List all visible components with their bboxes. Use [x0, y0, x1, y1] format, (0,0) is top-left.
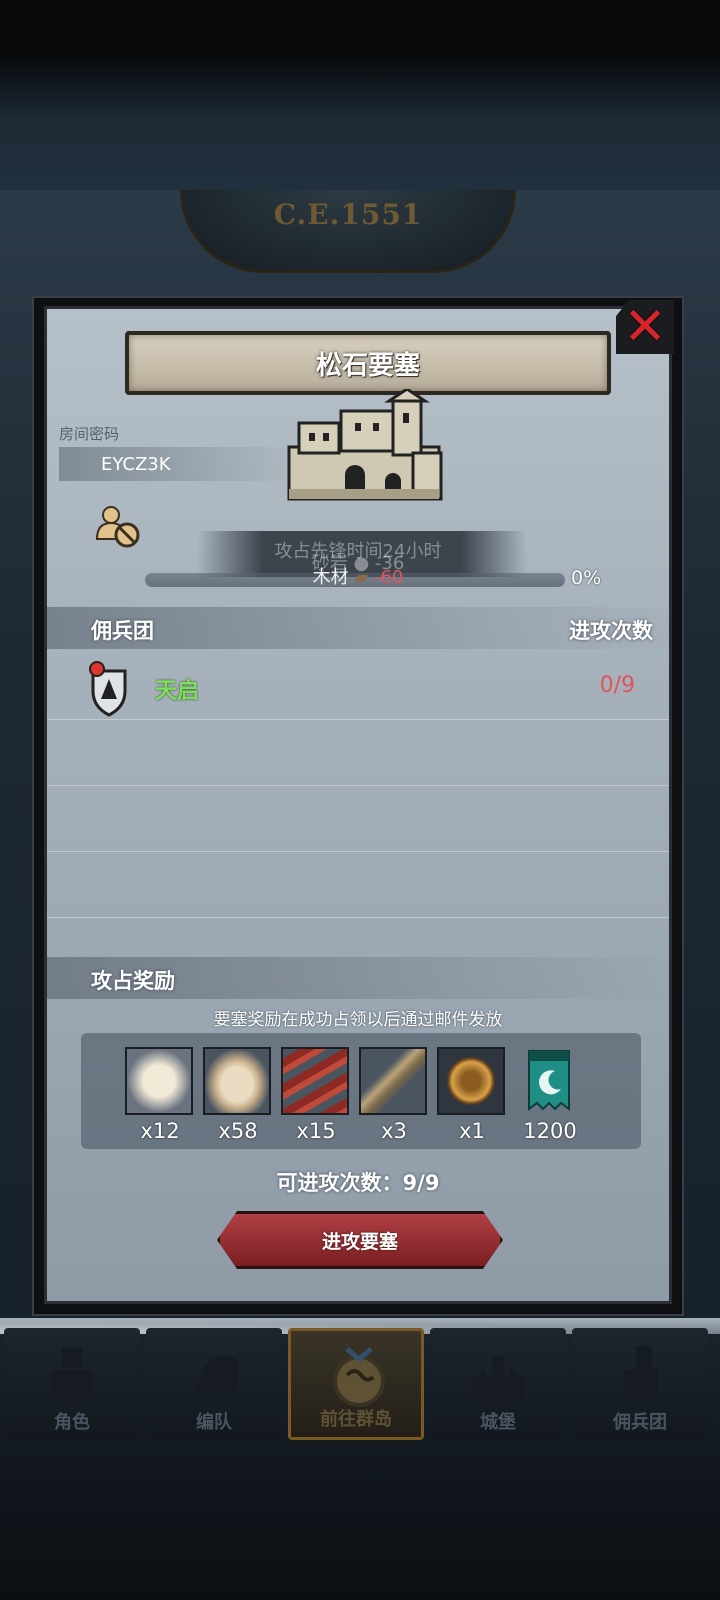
- tab-formation[interactable]: 编队: [146, 1328, 282, 1440]
- tab-label: 佣兵团: [613, 1412, 667, 1433]
- empty-mercenary-row: [47, 851, 669, 918]
- reward-item[interactable]: x1: [437, 1047, 507, 1143]
- reward-qty: x3: [381, 1119, 407, 1143]
- capture-progress-percent: 0%: [571, 567, 602, 589]
- reward-note: 要塞奖励在成功占领以后通过邮件发放: [213, 1010, 503, 1030]
- reward-qty: x1: [459, 1119, 485, 1143]
- modal-title-plate: 松石要塞: [125, 331, 611, 395]
- tab-mercenaries[interactable]: 佣兵团: [572, 1328, 708, 1440]
- mercenary-section-header: 佣兵团 进攻次数: [47, 607, 669, 649]
- bottom-nav: 角色 编队 前往群岛 城堡 佣兵团: [0, 1318, 720, 1440]
- tab-label: 编队: [196, 1412, 232, 1433]
- fur-pelt-icon: [125, 1047, 193, 1115]
- spiral-horn-icon: [359, 1047, 427, 1115]
- close-icon: ✕: [623, 297, 667, 357]
- castle-nav-icon: [472, 1356, 524, 1404]
- globe-compass-icon: [333, 1347, 385, 1407]
- reward-item[interactable]: 1200: [515, 1047, 585, 1143]
- castle-icon: [287, 389, 443, 501]
- reward-section-header: 攻占奖励: [47, 957, 669, 999]
- reward-qty: x12: [140, 1119, 180, 1143]
- year-label: C.E.1551: [273, 198, 423, 231]
- tab-label: 角色: [54, 1412, 90, 1433]
- close-button[interactable]: ✕: [616, 300, 674, 354]
- guild-banner-icon: [515, 1047, 583, 1115]
- tab-label: 城堡: [480, 1412, 516, 1433]
- modal-title: 松石要塞: [315, 350, 420, 381]
- modal-body: 松石要塞 房间密码 EYCZ3K 攻占先锋时间24小时 砂岩 ● -36 木材 …: [44, 306, 672, 1304]
- reward-qty: 1200: [523, 1119, 577, 1143]
- attack-count-header: 进攻次数: [569, 619, 653, 643]
- top-backdrop: [0, 0, 720, 190]
- mercenary-name: 天启: [155, 679, 200, 704]
- reward-qty: x58: [218, 1119, 258, 1143]
- reward-list: x12 x58 x15 x3 x1 1200: [81, 1033, 641, 1149]
- reward-qty: x15: [296, 1119, 336, 1143]
- mercenary-icon: [624, 1346, 658, 1400]
- reward-item[interactable]: x3: [359, 1047, 429, 1143]
- year-banner: C.E.1551: [180, 190, 516, 273]
- remaining-attempts: 可进攻次数：9/9: [276, 1171, 440, 1195]
- tab-label: 前往群岛: [320, 1409, 392, 1430]
- attack-fortress-label: 进攻要塞: [321, 1230, 398, 1253]
- empty-mercenary-row: [47, 785, 669, 852]
- wood-label: 木材: [312, 567, 349, 588]
- mercenary-section-title: 佣兵团: [91, 619, 154, 643]
- mercenary-attack-count: 0/9: [599, 673, 635, 698]
- reward-item[interactable]: x12: [125, 1047, 195, 1143]
- room-code-label: 房间密码: [59, 425, 120, 443]
- knight-armor-icon: [52, 1348, 92, 1408]
- room-code-bar[interactable]: EYCZ3K: [59, 447, 299, 481]
- tab-castle[interactable]: 城堡: [430, 1328, 566, 1440]
- tab-character[interactable]: 角色: [4, 1328, 140, 1440]
- attack-fortress-button[interactable]: 进攻要塞: [217, 1211, 503, 1269]
- room-code-value: EYCZ3K: [101, 453, 171, 475]
- wood-log-icon: ▰: [354, 567, 369, 588]
- empty-mercenary-row: [47, 719, 669, 786]
- reward-section-title: 攻占奖励: [91, 969, 175, 993]
- tab-go-to-islands[interactable]: 前往群岛: [288, 1328, 424, 1440]
- raw-hide-icon: [203, 1047, 271, 1115]
- red-wood-planks-icon: [281, 1047, 349, 1115]
- helmet-formation-icon: [187, 1356, 238, 1403]
- reward-item[interactable]: x58: [203, 1047, 273, 1143]
- wood-value: -60: [373, 567, 404, 588]
- knight-helmet-coin-icon: [437, 1047, 505, 1115]
- reward-item[interactable]: x15: [281, 1047, 351, 1143]
- mercenary-row[interactable]: 天启 0/9: [47, 653, 669, 720]
- guild-shield-icon: [89, 661, 127, 717]
- fortress-modal: 松石要塞 房间密码 EYCZ3K 攻占先锋时间24小时 砂岩 ● -36 木材 …: [32, 296, 684, 1316]
